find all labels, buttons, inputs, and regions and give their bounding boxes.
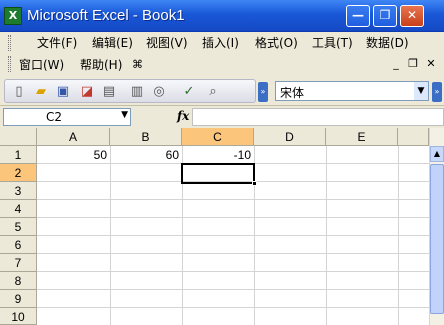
column-header-e[interactable]: E xyxy=(326,128,398,146)
gridline xyxy=(37,289,429,290)
menu-window[interactable]: 窗口(W) xyxy=(19,55,64,75)
new-document-icon[interactable]: ▯ xyxy=(11,84,27,100)
print-icon[interactable]: ▤ xyxy=(101,84,117,100)
name-box-value: C2 xyxy=(46,110,63,124)
toolbar-panel: ▯ ▰ ▣ ◪ ▤ ▥ ◎ ✓ ⌕ xyxy=(4,79,256,103)
row-header-8[interactable]: 8 xyxy=(0,272,37,290)
scroll-up-icon[interactable]: ▲ xyxy=(430,146,444,162)
gridline xyxy=(37,199,429,200)
restore-button[interactable]: ❐ xyxy=(373,5,397,27)
name-box-dropdown-icon[interactable]: ▼ xyxy=(121,110,128,120)
formula-input[interactable] xyxy=(192,108,444,126)
menu-view[interactable]: 视图(V) xyxy=(146,33,188,53)
ime-icon[interactable]: ⌘ xyxy=(132,55,143,75)
row-header-1[interactable]: 1 xyxy=(0,146,37,164)
row-header-3[interactable]: 3 xyxy=(0,182,37,200)
permission-icon[interactable]: ◪ xyxy=(79,84,95,100)
row-header-9[interactable]: 9 xyxy=(0,290,37,308)
column-header-d[interactable]: D xyxy=(254,128,326,146)
row-header-4[interactable]: 4 xyxy=(0,200,37,218)
fill-handle[interactable] xyxy=(252,181,257,186)
menu-help[interactable]: 帮助(H) xyxy=(80,55,122,75)
worksheet-grid[interactable]: A B C D E 1 2 3 4 5 6 7 8 9 10 50 60 -10 xyxy=(0,128,444,325)
row-header-5[interactable]: 5 xyxy=(0,218,37,236)
print-preview-icon[interactable]: ▥ xyxy=(129,84,145,100)
zoom-preview-icon[interactable]: ◎ xyxy=(151,84,167,100)
excel-app-icon[interactable]: X xyxy=(4,7,22,25)
scrollbar-thumb[interactable] xyxy=(430,164,444,314)
mdi-close-button[interactable]: ✕ xyxy=(424,57,438,71)
toolbar-overflow-button-2[interactable]: » xyxy=(432,82,442,102)
open-folder-icon[interactable]: ▰ xyxy=(33,84,49,100)
mdi-minimize-button[interactable]: _ xyxy=(389,57,403,71)
insert-function-icon[interactable]: fx xyxy=(177,109,189,123)
gridline xyxy=(37,271,429,272)
window-title: Microsoft Excel - Book1 xyxy=(27,7,185,24)
menu-edit[interactable]: 编辑(E) xyxy=(92,33,133,53)
save-icon[interactable]: ▣ xyxy=(55,84,71,100)
menu-file[interactable]: 文件(F) xyxy=(37,33,77,53)
column-header-a[interactable]: A xyxy=(37,128,110,146)
row-header-7[interactable]: 7 xyxy=(0,254,37,272)
name-box[interactable]: C2 ▼ xyxy=(3,108,131,126)
gridline xyxy=(37,217,429,218)
row-header-2[interactable]: 2 xyxy=(0,164,37,182)
row-header-10[interactable]: 10 xyxy=(0,308,37,325)
cell-b1[interactable]: 60 xyxy=(110,146,179,164)
menu-tools[interactable]: 工具(T) xyxy=(312,33,353,53)
research-icon[interactable]: ⌕ xyxy=(205,84,221,100)
font-name-value: 宋体 xyxy=(280,86,305,100)
gridline xyxy=(37,235,429,236)
menu-insert[interactable]: 插入(I) xyxy=(202,33,239,53)
chevron-down-icon[interactable]: ▼ xyxy=(414,82,428,100)
font-name-select[interactable]: 宋体 ▼ xyxy=(275,81,429,101)
cell-a1[interactable]: 50 xyxy=(37,146,107,164)
minimize-button[interactable]: — xyxy=(346,5,370,27)
vertical-scrollbar[interactable]: ▲ xyxy=(429,128,444,325)
row-header-6[interactable]: 6 xyxy=(0,236,37,254)
spelling-icon[interactable]: ✓ xyxy=(181,84,197,100)
column-header-b[interactable]: B xyxy=(110,128,182,146)
toolbar-overflow-button[interactable]: » xyxy=(258,82,268,102)
formula-bar: C2 ▼ fx xyxy=(0,106,444,128)
menu-bar: 文件(F) 编辑(E) 视图(V) 插入(I) 格式(O) 工具(T) 数据(D… xyxy=(0,32,444,76)
gridline xyxy=(37,253,429,254)
menu-grip-handle[interactable] xyxy=(8,35,11,51)
menu-data[interactable]: 数据(D) xyxy=(366,33,409,53)
column-header-c[interactable]: C xyxy=(182,128,254,146)
close-button[interactable]: ✕ xyxy=(400,5,424,27)
select-all-corner[interactable] xyxy=(0,128,37,146)
mdi-restore-button[interactable]: ❐ xyxy=(406,57,420,71)
menu-grip-handle-2[interactable] xyxy=(8,56,11,72)
title-bar: X Microsoft Excel - Book1 — ❐ ✕ xyxy=(0,0,444,32)
cell-c1[interactable]: -10 xyxy=(182,146,251,164)
column-header-f-partial[interactable] xyxy=(398,128,429,146)
active-cell-c2[interactable] xyxy=(181,163,255,184)
gridline xyxy=(37,307,429,308)
menu-format[interactable]: 格式(O) xyxy=(255,33,298,53)
